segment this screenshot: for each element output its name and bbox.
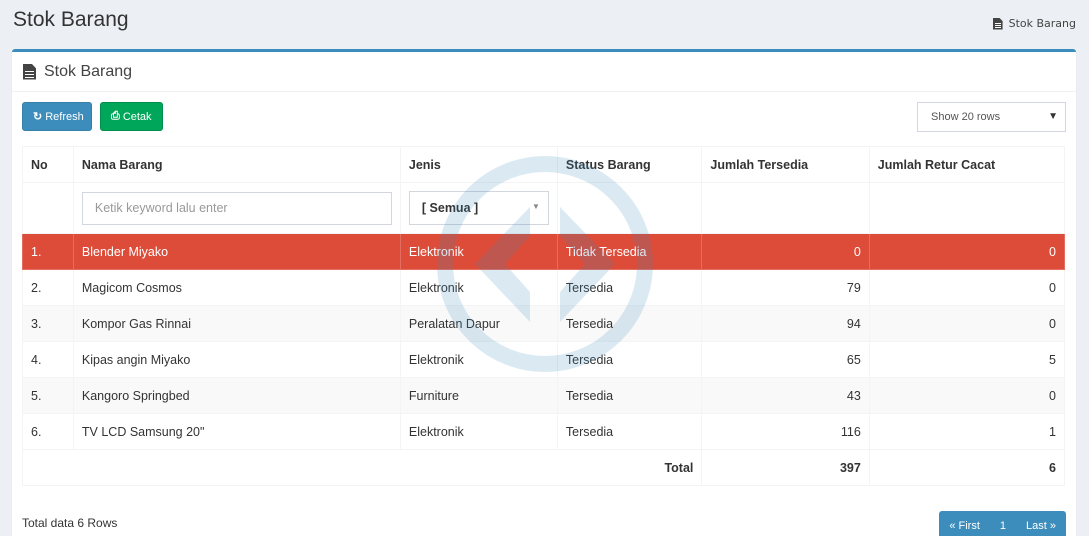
cell-status: Tidak Tersedia	[556, 233, 703, 270]
total-tersedia: 397	[701, 449, 870, 486]
cell-nama: TV LCD Samsung 20"	[72, 413, 401, 450]
header-status: Status Barang	[556, 146, 703, 183]
cell-tersedia: 116	[701, 413, 870, 450]
total-data-text: Total data 6 Rows	[22, 516, 118, 530]
rows-select-value: Show 20 rows	[931, 111, 1001, 123]
breadcrumb-label[interactable]: Stok Barang	[1009, 17, 1076, 30]
cell-retur: 5	[868, 341, 1066, 378]
table-row[interactable]: 1. Blender Miyako Elektronik Tidak Terse…	[22, 233, 1066, 270]
file-icon	[992, 17, 1003, 30]
cell-no: 5.	[22, 377, 74, 414]
table-header-row: No Nama Barang Jenis Status Barang Jumla…	[22, 146, 1066, 183]
cell-nama: Kipas angin Miyako	[72, 341, 401, 378]
pagination-last[interactable]: Last »	[1016, 520, 1066, 532]
cell-nama: Magicom Cosmos	[72, 269, 401, 306]
table-row[interactable]: 6. TV LCD Samsung 20" Elektronik Tersedi…	[22, 413, 1066, 450]
cell-tersedia: 94	[701, 305, 870, 342]
cell-no: 2.	[22, 269, 74, 306]
jenis-select[interactable]: [ Semua ] ▼	[408, 191, 549, 225]
header-jenis: Jenis	[399, 146, 558, 183]
page-title: Stok Barang	[13, 8, 129, 31]
cell-no: 6.	[22, 413, 74, 450]
cell-jenis: Elektronik	[399, 341, 558, 378]
cell-nama: Blender Miyako	[72, 233, 401, 270]
stok-table: No Nama Barang Jenis Status Barang Jumla…	[21, 146, 1066, 486]
cell-status: Tersedia	[556, 305, 703, 342]
keyword-input[interactable]: Ketik keyword lalu enter	[81, 191, 392, 225]
cell-jenis: Elektronik	[399, 233, 558, 270]
table-row[interactable]: 2. Magicom Cosmos Elektronik Tersedia 79…	[22, 269, 1066, 306]
cell-retur: 0	[868, 305, 1066, 342]
cell-nama: Kangoro Springbed	[72, 377, 401, 414]
header-no: No	[22, 146, 74, 183]
refresh-button[interactable]: ↻ Refresh	[22, 102, 92, 131]
box-title: Stok Barang	[44, 62, 133, 80]
rows-select[interactable]: Show 20 rows ▼	[917, 102, 1066, 132]
cell-no: 4.	[22, 341, 74, 378]
cell-no: 3.	[22, 305, 74, 342]
caret-down-icon: ▼	[1048, 111, 1058, 122]
jenis-select-value: [ Semua ]	[421, 201, 479, 215]
cell-tersedia: 0	[701, 233, 870, 270]
breadcrumb[interactable]: Stok Barang	[992, 17, 1076, 30]
cell-retur: 1	[868, 413, 1066, 450]
print-icon: ⎙	[111, 110, 120, 122]
cell-jenis: Elektronik	[399, 413, 558, 450]
pagination-first[interactable]: « First	[939, 520, 990, 532]
refresh-icon: ↻	[33, 111, 43, 123]
header-nama: Nama Barang	[72, 146, 401, 183]
cell-jenis: Furniture	[399, 377, 558, 414]
pagination: « First 1 Last »	[939, 511, 1066, 536]
cell-retur: 0	[868, 269, 1066, 306]
table-row[interactable]: 3. Kompor Gas Rinnai Peralatan Dapur Ter…	[22, 305, 1066, 342]
cell-status: Tersedia	[556, 413, 703, 450]
cell-status: Tersedia	[556, 341, 703, 378]
cell-jenis: Peralatan Dapur	[399, 305, 558, 342]
keyword-placeholder: Ketik keyword lalu enter	[94, 201, 228, 215]
cell-retur: 0	[868, 233, 1066, 270]
cetak-label: Cetak	[122, 110, 152, 123]
pagination-page[interactable]: 1	[990, 520, 1016, 532]
file-icon	[23, 63, 36, 80]
header-tersedia: Jumlah Tersedia	[701, 146, 870, 183]
total-retur: 6	[868, 449, 1066, 486]
total-label: Total	[21, 449, 703, 486]
refresh-label: Refresh	[45, 110, 84, 123]
total-row: Total 397 6	[21, 449, 1066, 486]
cell-no: 1.	[22, 233, 74, 270]
cell-tersedia: 79	[701, 269, 870, 306]
cell-jenis: Elektronik	[399, 269, 558, 306]
table-row[interactable]: 4. Kipas angin Miyako Elektronik Tersedi…	[22, 341, 1066, 378]
header-retur: Jumlah Retur Cacat	[868, 146, 1066, 183]
toolbar: ↻ Refresh ⎙ Cetak	[22, 102, 163, 131]
cetak-button[interactable]: ⎙ Cetak	[100, 102, 163, 131]
table-row[interactable]: 5. Kangoro Springbed Furniture Tersedia …	[22, 377, 1066, 414]
cell-tersedia: 65	[701, 341, 870, 378]
filter-row: Ketik keyword lalu enter [ Semua ] ▼	[22, 182, 1066, 234]
cell-tersedia: 43	[701, 377, 870, 414]
cell-retur: 0	[868, 377, 1066, 414]
cell-nama: Kompor Gas Rinnai	[72, 305, 401, 342]
box-header: Stok Barang	[12, 52, 1076, 92]
cell-status: Tersedia	[556, 269, 703, 306]
caret-down-icon: ▼	[531, 202, 540, 211]
cell-status: Tersedia	[556, 377, 703, 414]
stok-box: Stok Barang ↻ Refresh ⎙ Cetak Show 20 ro…	[12, 49, 1076, 536]
